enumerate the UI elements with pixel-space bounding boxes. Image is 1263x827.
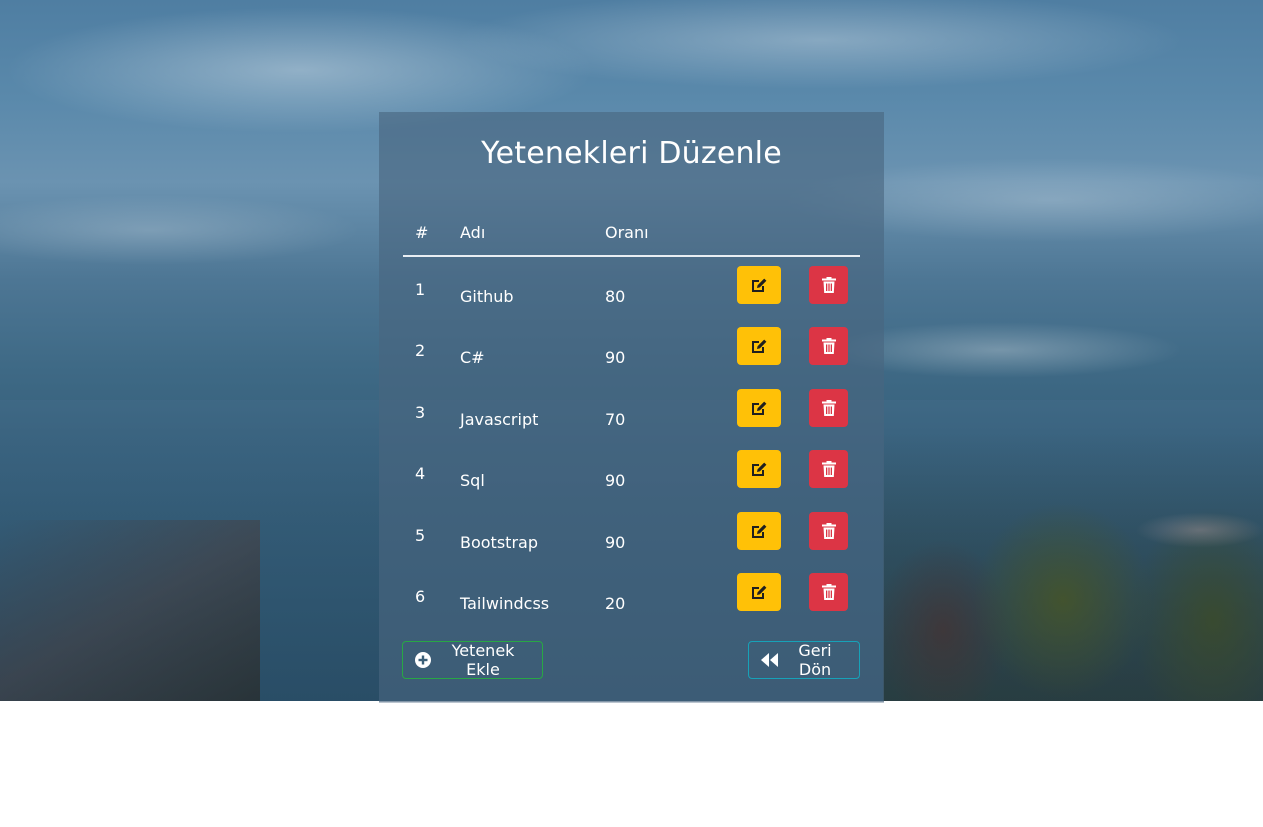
skill-rate: 70 <box>605 410 626 429</box>
delete-skill-button[interactable] <box>809 266 848 304</box>
row-number: 3 <box>415 403 426 422</box>
trash-icon <box>821 400 836 416</box>
back-label: Geri Dön <box>798 641 832 679</box>
row-number: 6 <box>415 587 426 606</box>
row-number: 1 <box>415 280 426 299</box>
table-header-divider <box>403 255 860 257</box>
edit-icon <box>750 523 768 539</box>
page-title: Yetenekleri Düzenle <box>481 136 782 171</box>
column-header-rate: Oranı <box>605 223 649 242</box>
edit-skill-button[interactable] <box>737 573 781 611</box>
trash-icon <box>821 584 836 600</box>
delete-skill-button[interactable] <box>809 327 848 365</box>
column-header-name: Adı <box>460 223 486 242</box>
delete-skill-button[interactable] <box>809 512 848 550</box>
edit-icon <box>750 400 768 416</box>
delete-skill-button[interactable] <box>809 573 848 611</box>
column-header-number: # <box>415 223 429 242</box>
skill-rate: 90 <box>605 533 626 552</box>
edit-icon <box>750 584 768 600</box>
trash-icon <box>821 461 836 477</box>
edit-skill-button[interactable] <box>737 450 781 488</box>
panel-divider <box>379 701 884 703</box>
add-skill-label: Yetenek Ekle <box>451 641 515 679</box>
skill-name: Javascript <box>460 410 539 429</box>
delete-skill-button[interactable] <box>809 450 848 488</box>
table-row: 5 Bootstrap 90 <box>403 512 860 586</box>
trash-icon <box>821 277 836 293</box>
table-row: 4 Sql 90 <box>403 450 860 524</box>
table-row: 1 Github 80 <box>403 266 860 340</box>
skill-rate: 90 <box>605 471 626 490</box>
edit-skill-button[interactable] <box>737 389 781 427</box>
skill-rate: 90 <box>605 348 626 367</box>
table-row: 2 C# 90 <box>403 327 860 401</box>
skill-name: Github <box>460 287 514 306</box>
edit-icon <box>750 338 768 354</box>
skill-name: Sql <box>460 471 485 490</box>
trash-icon <box>821 523 836 539</box>
skill-rate: 20 <box>605 594 626 613</box>
trees-left <box>0 520 260 701</box>
delete-skill-button[interactable] <box>809 389 848 427</box>
skill-rate: 80 <box>605 287 626 306</box>
row-number: 2 <box>415 341 426 360</box>
edit-icon <box>750 277 768 293</box>
trees-right <box>883 430 1263 701</box>
trash-icon <box>821 338 836 354</box>
backward-icon <box>761 653 778 667</box>
back-button[interactable]: Geri Dön <box>748 641 860 679</box>
plus-circle-icon <box>415 652 431 668</box>
skill-name: Tailwindcss <box>460 594 550 613</box>
table-row: 3 Javascript 70 <box>403 389 860 463</box>
skill-name: Bootstrap <box>460 533 538 552</box>
row-number: 4 <box>415 464 426 483</box>
edit-skill-button[interactable] <box>737 266 781 304</box>
edit-icon <box>750 461 768 477</box>
row-number: 5 <box>415 526 426 545</box>
edit-skill-button[interactable] <box>737 327 781 365</box>
town <box>1110 500 1263 560</box>
table-row: 6 Tailwindcss 20 <box>403 573 860 647</box>
add-skill-button[interactable]: Yetenek Ekle <box>402 641 543 679</box>
skill-name: C# <box>460 348 485 367</box>
edit-skill-button[interactable] <box>737 512 781 550</box>
